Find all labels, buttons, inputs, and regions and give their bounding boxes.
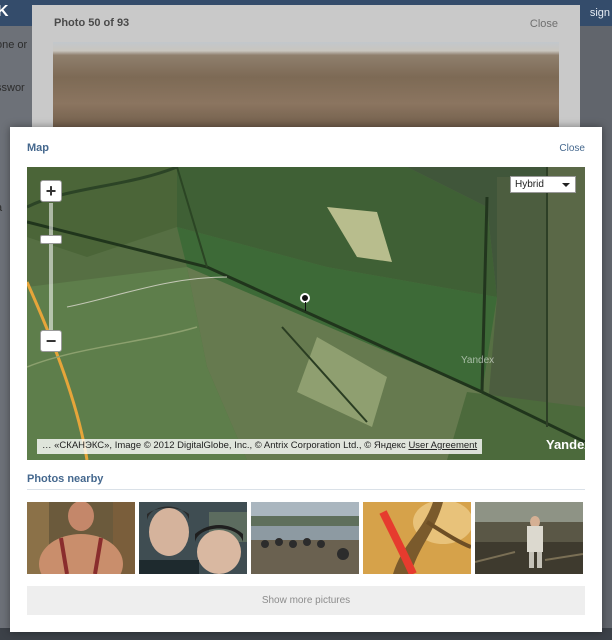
location-pin-stem bbox=[305, 302, 306, 311]
photos-nearby-heading: Photos nearby bbox=[27, 473, 104, 485]
map-copyright: … «СКАНЭКС», Image © 2012 DigitalGlobe, … bbox=[37, 439, 483, 454]
background-user-link: sign bbox=[589, 7, 610, 19]
photo-viewer: Photo 50 of 93 Close bbox=[32, 5, 580, 135]
zoom-in-button[interactable]: + bbox=[40, 180, 62, 202]
background-text: sswor bbox=[0, 82, 25, 94]
background-text: one or bbox=[0, 39, 28, 51]
map-imagery bbox=[27, 167, 585, 460]
field-photo[interactable] bbox=[53, 42, 559, 130]
thumb-two-boys-selfie[interactable] bbox=[139, 502, 247, 574]
map-layer-select[interactable]: Hybrid bbox=[510, 176, 576, 193]
photo-image bbox=[475, 502, 583, 574]
show-more-button[interactable]: Show more pictures bbox=[27, 586, 585, 615]
divider bbox=[27, 489, 585, 490]
satellite-map[interactable]: + − Hybrid Yandex … «СКАНЭКС», Image © 2… bbox=[27, 167, 585, 460]
yandex-logo: Yandex bbox=[546, 437, 585, 452]
background-text: a bbox=[0, 202, 2, 214]
site-logo: K bbox=[0, 3, 9, 20]
zoom-slider-handle[interactable] bbox=[40, 235, 62, 244]
zoom-slider-track[interactable] bbox=[49, 203, 53, 333]
map-layer-value: Hybrid bbox=[515, 179, 544, 190]
photo-counter: Photo 50 of 93 bbox=[54, 17, 130, 29]
dialog-title: Map bbox=[27, 142, 49, 154]
user-agreement-link[interactable]: User Agreement bbox=[408, 440, 477, 451]
zoom-out-button[interactable]: − bbox=[40, 330, 62, 352]
map-dialog: Map Close + − Hybrid Yandex … «СКАНЭКС»,… bbox=[10, 127, 602, 632]
photo-viewer-close-button[interactable]: Close bbox=[530, 18, 558, 30]
thumb-shirtless-man[interactable] bbox=[27, 502, 135, 574]
map-watermark: Yandex bbox=[461, 355, 495, 366]
copyright-text: … «СКАНЭКС», Image © 2012 DigitalGlobe, … bbox=[42, 440, 409, 451]
thumb-motorcycles-by-river[interactable] bbox=[251, 502, 359, 574]
photo-image bbox=[27, 502, 135, 574]
thumb-person-in-swamp[interactable] bbox=[475, 502, 583, 574]
thumb-orange-tree[interactable] bbox=[363, 502, 471, 574]
photo-image bbox=[251, 502, 359, 574]
photo-image bbox=[363, 502, 471, 574]
photo-image bbox=[139, 502, 247, 574]
map-close-button[interactable]: Close bbox=[559, 143, 585, 154]
chevron-down-icon bbox=[562, 183, 570, 187]
